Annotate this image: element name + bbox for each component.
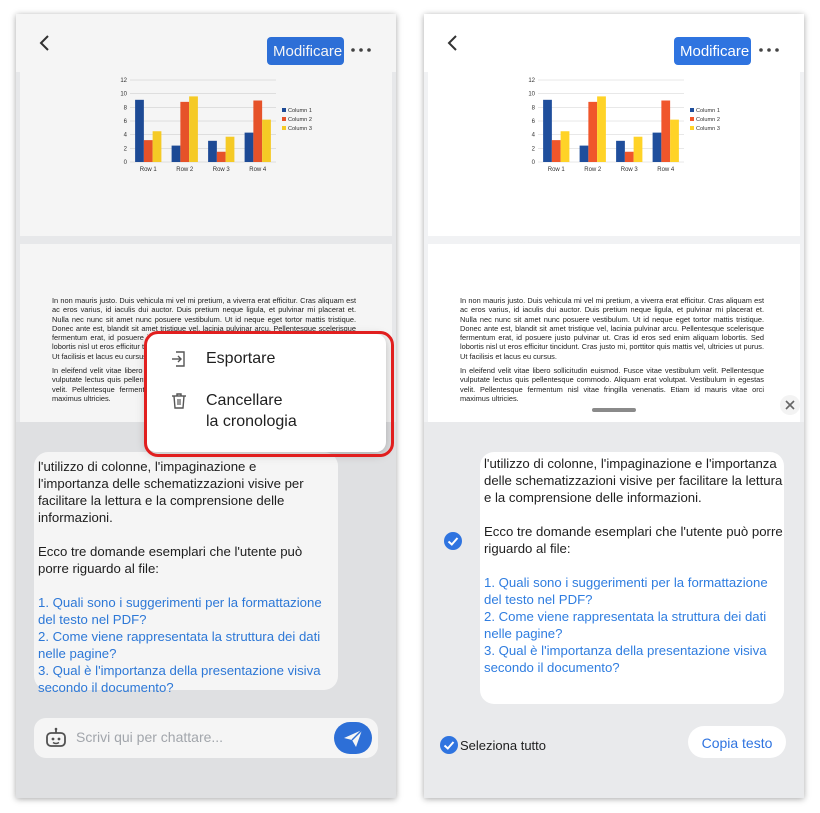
edit-button[interactable]: Modificare	[674, 37, 751, 65]
select-all-label: Seleziona tutto	[460, 738, 547, 753]
chat-message-text: l'utilizzo di colonne, l'impaginazione e…	[484, 455, 784, 676]
checkmark-icon	[443, 741, 455, 750]
chart-legend-label: Column 3	[696, 126, 720, 132]
bar-chart: 0 2 4 6 8 10 12 Row 1 Row 2 Row 3 Row 4 Column 1 Col…	[528, 78, 720, 173]
chart-bar	[652, 132, 662, 162]
chart-y-tick-label: 4	[532, 133, 536, 139]
selection-bar: Seleziona tutto Copia testo	[424, 710, 804, 798]
suggested-question-2[interactable]: 2. Come viene rappresentata la struttura…	[484, 608, 784, 642]
chart-x-tick-label: Row 4	[657, 167, 675, 173]
chart-legend-swatch	[690, 117, 694, 121]
back-icon[interactable]	[442, 32, 464, 54]
chart-bar	[579, 145, 589, 162]
highlight-frame	[144, 331, 394, 457]
chart-bar	[661, 100, 671, 162]
document-page-1: 0 2 4 6 8 10 12 Row 1 Row 2 Row 3 Row 4 Column 1 Col…	[428, 72, 800, 236]
chart-legend-label: Column 2	[696, 117, 720, 123]
top-bar: Modificare	[424, 14, 804, 72]
document-paragraph-1: In non mauris justo. Duis vehicula mi ve…	[460, 296, 764, 361]
chat-message-lead: Ecco tre domande esemplari che l'utente …	[484, 524, 783, 556]
chart-bar	[624, 151, 634, 162]
chart-bar	[597, 96, 606, 162]
close-icon	[785, 400, 795, 410]
phone-right: Modificare 0 2 4 6 8 10 12 Row 1 Row 2 Row 3 Row 4…	[424, 14, 804, 798]
chart-bar	[633, 136, 643, 162]
chart-y-tick-label: 10	[528, 92, 535, 98]
chart-x-tick-label: Row 3	[621, 167, 639, 173]
chart-x-tick-label: Row 1	[548, 167, 566, 173]
more-options-icon[interactable]	[758, 39, 780, 61]
chart-bar	[588, 101, 598, 162]
chart-bar	[616, 140, 625, 162]
chat-sheet: l'utilizzo di colonne, l'impaginazione e…	[424, 422, 804, 798]
chart-y-tick-label: 2	[532, 146, 536, 152]
chart-bar	[560, 131, 570, 162]
chart-y-tick-label: 8	[532, 105, 536, 111]
select-all-checkbox[interactable]	[440, 736, 458, 754]
copy-text-button[interactable]: Copia testo	[688, 726, 786, 758]
close-button[interactable]	[780, 395, 800, 415]
chart-y-tick-label: 0	[532, 160, 536, 166]
chat-message-intro: l'utilizzo di colonne, l'impaginazione e…	[484, 456, 783, 505]
chart-bar	[543, 99, 552, 162]
chart-y-tick-label: 12	[528, 78, 535, 84]
chart-y-tick-label: 6	[532, 119, 536, 125]
chart-legend-swatch	[690, 126, 694, 130]
chart-bar	[670, 119, 679, 162]
checkmark-icon	[447, 537, 459, 546]
message-checkbox-checked[interactable]	[444, 532, 462, 550]
sheet-drag-handle[interactable]	[592, 408, 636, 412]
document-paragraph-2: In eleifend velit vitae libero sollicitu…	[460, 366, 764, 403]
suggested-question-3[interactable]: 3. Qual è l'importanza della presentazio…	[484, 642, 784, 676]
chart-legend-swatch	[690, 108, 694, 112]
chart-x-tick-label: Row 2	[584, 167, 602, 173]
suggested-question-1[interactable]: 1. Quali sono i suggerimenti per la form…	[484, 574, 784, 608]
chart-bar	[551, 140, 561, 162]
chart-legend-label: Column 1	[696, 108, 720, 114]
